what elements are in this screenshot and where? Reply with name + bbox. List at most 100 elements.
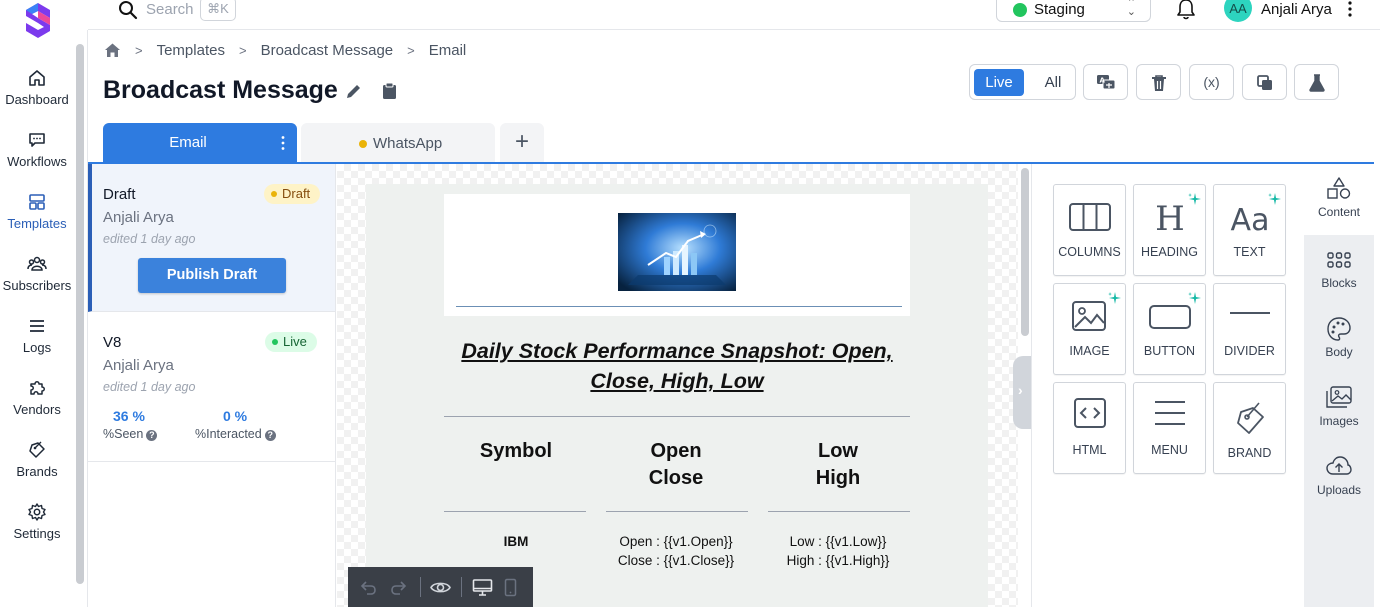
- svg-text:Aa: Aa: [1231, 203, 1270, 236]
- environment-select[interactable]: Staging ⌃ ⌄: [996, 0, 1151, 22]
- nav-item-templates[interactable]: Templates: [0, 192, 74, 231]
- images-icon: [1326, 386, 1352, 408]
- more-vertical-icon[interactable]: [279, 135, 287, 151]
- nav-item-logs[interactable]: Logs: [0, 316, 74, 355]
- heading-icon: H: [1155, 200, 1185, 236]
- mobile-icon[interactable]: [503, 578, 518, 597]
- block-button[interactable]: BUTTON: [1133, 283, 1206, 375]
- nav-item-subscribers[interactable]: Subscribers: [0, 254, 74, 293]
- nav-scrollbar[interactable]: [76, 44, 84, 584]
- clipboard-icon[interactable]: [381, 82, 398, 100]
- side-tabs: Content Blocks Body Images Uploads: [1304, 164, 1374, 607]
- user-name[interactable]: Anjali Arya: [1261, 1, 1332, 18]
- live-filter-button[interactable]: Live: [974, 69, 1024, 96]
- delete-button[interactable]: [1136, 64, 1181, 100]
- brand-icon: [1237, 402, 1264, 434]
- nav-item-brands[interactable]: Brands: [0, 440, 74, 479]
- variable-icon: (x): [1203, 74, 1220, 90]
- side-tab-images[interactable]: Images: [1304, 386, 1374, 428]
- table-header-open-close[interactable]: Open Close: [606, 438, 746, 492]
- search-icon[interactable]: [118, 0, 138, 20]
- toolbar-divider: [461, 577, 462, 597]
- nav-item-dashboard[interactable]: Dashboard: [0, 68, 74, 107]
- all-filter-button[interactable]: All: [1038, 69, 1068, 96]
- header-close: Close: [648, 467, 704, 489]
- canvas-scrollbar[interactable]: [1021, 168, 1029, 336]
- block-menu[interactable]: MENU: [1133, 382, 1206, 474]
- help-icon[interactable]: ?: [146, 430, 158, 441]
- block-image[interactable]: IMAGE: [1053, 283, 1126, 375]
- block-divider[interactable]: DIVIDER: [1213, 283, 1286, 375]
- version-filter: Live All: [969, 64, 1076, 100]
- chevron-updown-icon: ⌃ ⌄: [1126, 0, 1136, 18]
- avatar[interactable]: AA: [1224, 0, 1252, 22]
- variables-button[interactable]: (x): [1189, 64, 1234, 100]
- table-cell-low-high[interactable]: Low : {{v1.Low}} High : {{v1.High}}: [768, 532, 908, 570]
- email-divider: [444, 416, 910, 417]
- version-card-v8[interactable]: V8 Live Anjali Arya edited 1 day ago 36 …: [88, 313, 335, 462]
- tab-email[interactable]: Email: [103, 123, 297, 163]
- nav-item-settings[interactable]: Settings: [0, 502, 74, 541]
- translate-button[interactable]: A: [1083, 64, 1128, 100]
- breadcrumb-item[interactable]: Broadcast Message: [261, 42, 394, 59]
- block-html[interactable]: HTML: [1053, 382, 1126, 474]
- cell-high: High : {{v1.High}}: [786, 553, 890, 568]
- chevron-right-icon: ›: [1018, 382, 1023, 398]
- table-header-low-high[interactable]: Low High: [768, 438, 908, 492]
- side-tab-label: Content: [1317, 205, 1361, 219]
- header-high: High: [815, 467, 861, 489]
- cell-open: Open : {{v1.Open}}: [619, 534, 733, 549]
- content-blocks-panel: COLUMNS H HEADING Aa TEXT IMAGE BUTTON D…: [1031, 164, 1304, 607]
- side-tab-body[interactable]: Body: [1304, 317, 1374, 359]
- nav-item-vendors[interactable]: Vendors: [0, 378, 74, 417]
- gear-icon: [28, 503, 46, 521]
- eye-icon[interactable]: [430, 578, 451, 597]
- breadcrumb-item[interactable]: Templates: [157, 42, 225, 59]
- pencil-icon[interactable]: [345, 82, 363, 100]
- version-author: Anjali Arya: [103, 357, 174, 374]
- duplicate-button[interactable]: [1242, 64, 1287, 100]
- block-text[interactable]: Aa TEXT: [1213, 184, 1286, 276]
- html-icon: [1074, 398, 1106, 428]
- side-tab-uploads[interactable]: Uploads: [1304, 455, 1374, 497]
- menu-icon: [1155, 401, 1185, 425]
- search-input[interactable]: Search: [146, 1, 194, 18]
- help-icon[interactable]: ?: [264, 430, 276, 441]
- status-badge-label: Draft: [282, 186, 311, 201]
- stock-chart-image[interactable]: [618, 213, 736, 291]
- block-brand[interactable]: BRAND: [1213, 382, 1286, 474]
- home-icon[interactable]: [104, 42, 121, 59]
- table-cell-open-close[interactable]: Open : {{v1.Open}} Close : {{v1.Close}}: [606, 532, 746, 570]
- search-shortcut: ⌘K: [200, 0, 236, 21]
- version-card-draft[interactable]: Draft Draft Anjali Arya edited 1 day ago…: [88, 164, 335, 312]
- collapse-panel-button[interactable]: ›: [1013, 356, 1032, 429]
- more-vertical-icon[interactable]: [1344, 0, 1356, 18]
- table-header-symbol[interactable]: Symbol: [446, 438, 586, 465]
- redo-icon[interactable]: [389, 578, 408, 597]
- email-heading[interactable]: Daily Stock Performance Snapshot: Open, …: [444, 336, 910, 396]
- tab-email-label: Email: [169, 134, 207, 151]
- version-author: Anjali Arya: [103, 209, 174, 226]
- side-tab-label: Images: [1319, 414, 1359, 428]
- publish-draft-button[interactable]: Publish Draft: [138, 258, 286, 293]
- app-logo[interactable]: [24, 2, 52, 38]
- block-columns[interactable]: COLUMNS: [1053, 184, 1126, 276]
- nav-label: Workflows: [7, 154, 67, 169]
- email-canvas[interactable]: Daily Stock Performance Snapshot: Open, …: [337, 164, 1018, 607]
- email-header-block[interactable]: [444, 194, 910, 316]
- block-heading[interactable]: H HEADING: [1133, 184, 1206, 276]
- bell-icon[interactable]: [1176, 0, 1196, 20]
- tab-whatsapp[interactable]: WhatsApp: [301, 123, 495, 163]
- side-tab-content[interactable]: Content: [1304, 164, 1374, 235]
- topbar: Search ⌘K Staging ⌃ ⌄ AA Anjali Arya: [88, 0, 1380, 30]
- table-cell-symbol[interactable]: IBM: [446, 532, 586, 551]
- left-nav: Dashboard Workflows Templates Subscriber…: [0, 0, 74, 607]
- status-dot: [272, 339, 278, 345]
- test-button[interactable]: [1294, 64, 1339, 100]
- side-tab-blocks[interactable]: Blocks: [1304, 248, 1374, 290]
- undo-icon[interactable]: [359, 578, 378, 597]
- desktop-icon[interactable]: [472, 578, 493, 597]
- add-channel-button[interactable]: +: [500, 123, 544, 163]
- nav-item-workflows[interactable]: Workflows: [0, 130, 74, 169]
- nav-label: Templates: [7, 216, 67, 231]
